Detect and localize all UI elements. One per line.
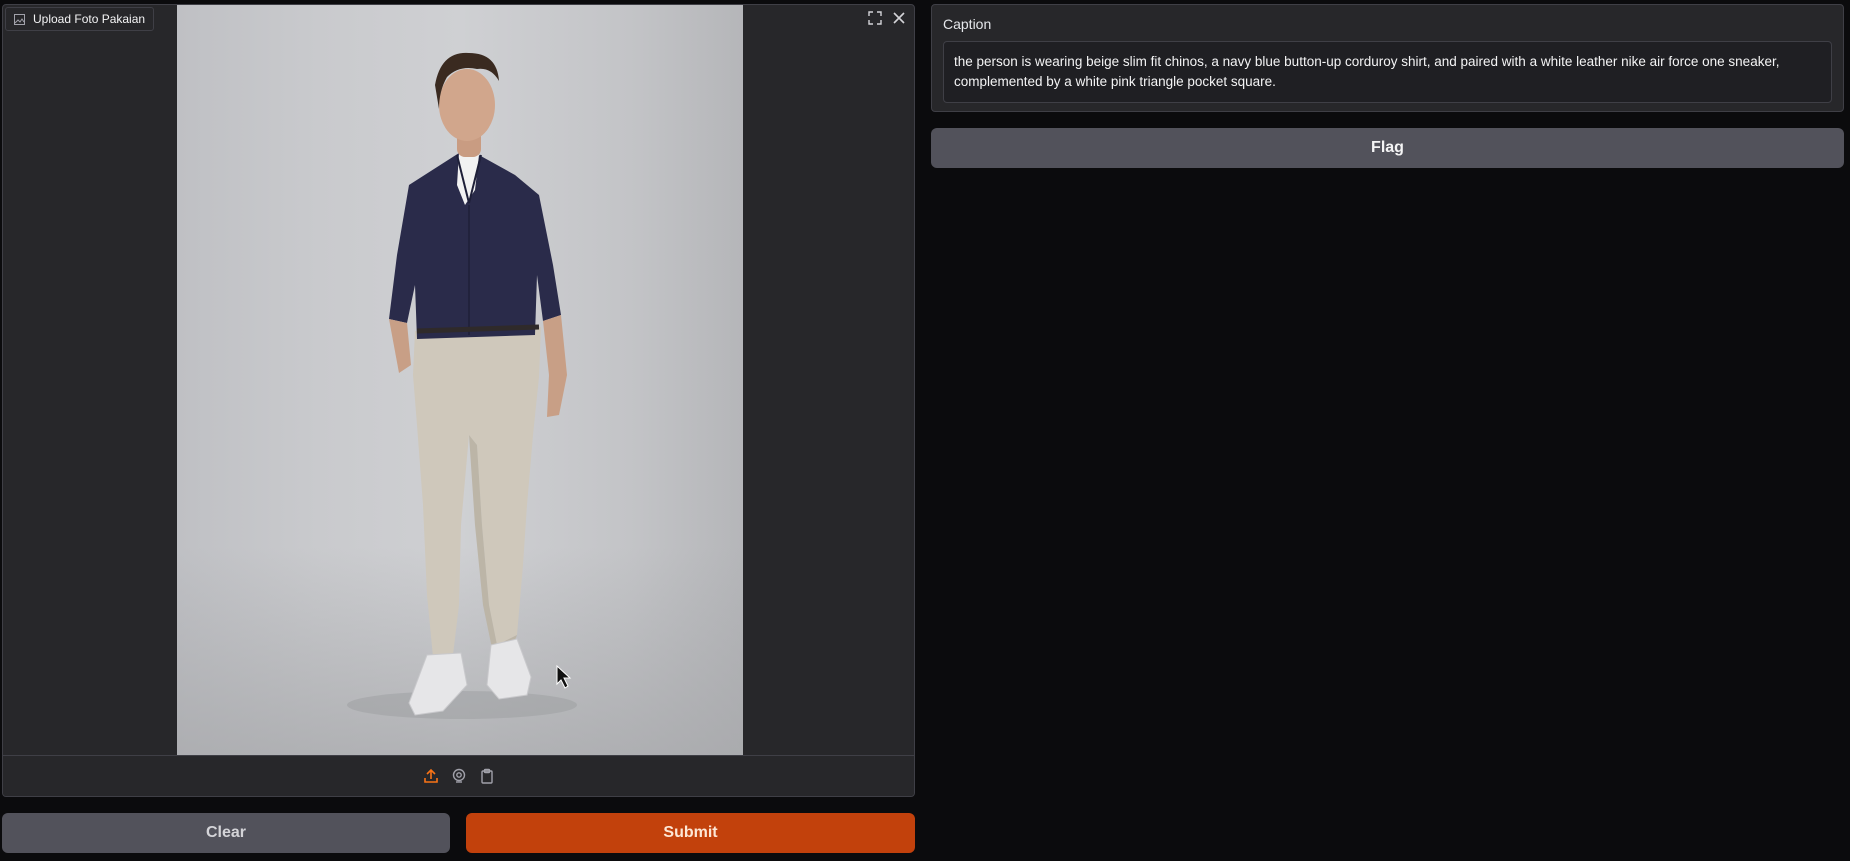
caption-panel: Caption the person is wearing beige slim… <box>931 4 1844 112</box>
uploaded-photo <box>177 5 743 757</box>
webcam-icon[interactable] <box>450 767 468 785</box>
model-figure <box>347 52 577 719</box>
image-upload-panel[interactable]: Upload Foto Pakaian <box>2 4 915 797</box>
image-source-bar <box>3 755 914 796</box>
image-input-label: Upload Foto Pakaian <box>5 7 155 31</box>
image-icon <box>14 13 25 25</box>
clipboard-icon[interactable] <box>478 767 496 785</box>
caption-label: Caption <box>943 16 992 32</box>
submit-button[interactable]: Submit <box>466 813 915 853</box>
fullscreen-icon[interactable] <box>866 9 884 27</box>
image-toolbar <box>866 9 908 27</box>
image-input-label-text: Upload Foto Pakaian <box>33 12 146 26</box>
clear-button[interactable]: Clear <box>2 813 450 853</box>
upload-icon[interactable] <box>422 767 440 785</box>
app-root: Upload Foto Pakaian Clear Submit Caption… <box>0 0 1850 861</box>
flag-button[interactable]: Flag <box>931 128 1844 168</box>
caption-output[interactable]: the person is wearing beige slim fit chi… <box>943 41 1832 103</box>
close-icon[interactable] <box>890 9 908 27</box>
